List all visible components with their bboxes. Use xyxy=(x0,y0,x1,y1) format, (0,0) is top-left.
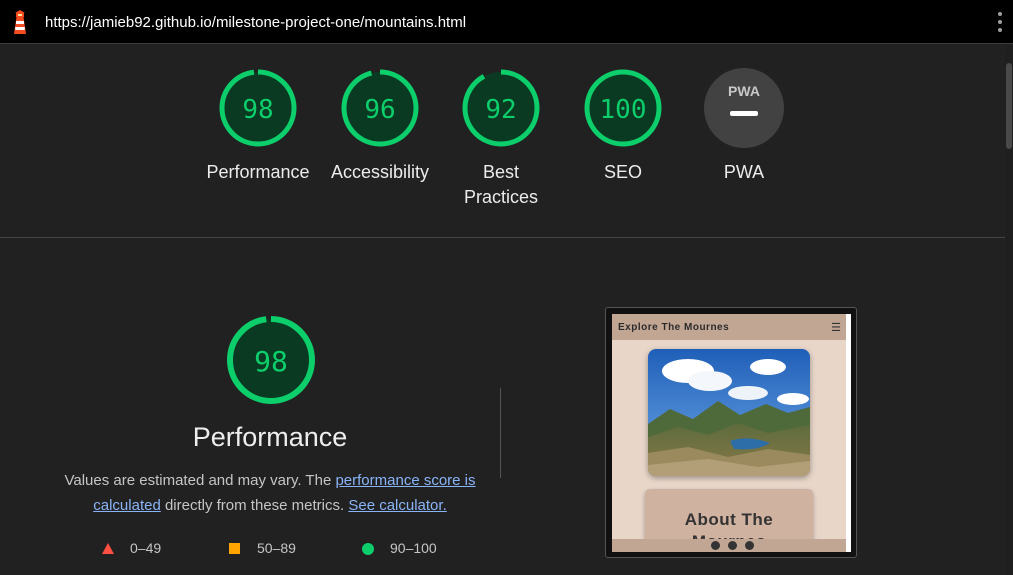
gauge-seo-ring: 100 xyxy=(584,69,662,147)
hamburger-icon: ☰ xyxy=(831,322,841,334)
pwa-badge-icon: PWA xyxy=(704,68,784,148)
url-text[interactable]: https://jamieb92.github.io/milestone-pro… xyxy=(45,14,466,31)
gauge-best-practices[interactable]: 92 Best Practices xyxy=(461,68,541,207)
mountain-photo xyxy=(648,349,810,476)
gauge-label: Accessibility xyxy=(330,162,430,182)
address-bar: https://jamieb92.github.io/milestone-pro… xyxy=(0,0,1013,44)
pwa-badge-text: PWA xyxy=(728,83,760,99)
desc-text-1: Values are estimated and may vary. The xyxy=(64,472,336,489)
gauge-label: Best Practices xyxy=(431,160,571,210)
see-calculator-link[interactable]: See calculator. xyxy=(348,497,446,514)
lighthouse-icon xyxy=(14,10,26,34)
screenshot-page: Explore The Mournes ☰ About The xyxy=(612,314,851,552)
gauge-label: PWA xyxy=(723,162,765,182)
square-icon xyxy=(229,543,240,554)
triangle-icon xyxy=(102,543,114,554)
performance-score: 98 xyxy=(254,345,288,378)
gauge-performance[interactable]: 98 Performance xyxy=(206,68,310,182)
page-scrollbar[interactable] xyxy=(1005,45,1013,575)
gauge-accessibility[interactable]: 96 Accessibility xyxy=(331,68,429,182)
gauge-score: 100 xyxy=(600,95,647,125)
gauge-label-line2: Practices xyxy=(463,187,539,207)
section-divider xyxy=(0,237,1005,238)
gauge-pwa[interactable]: PWA PWA xyxy=(704,68,784,182)
performance-description: Values are estimated and may vary. The p… xyxy=(60,468,480,518)
gauge-label: SEO xyxy=(603,162,642,182)
vertical-divider xyxy=(500,388,501,478)
gauge-performance-ring: 98 xyxy=(219,69,297,147)
site-navbar: Explore The Mournes ☰ xyxy=(612,314,851,340)
performance-title: Performance xyxy=(192,422,348,452)
final-screenshot[interactable]: Explore The Mournes ☰ About The xyxy=(605,307,857,558)
twitter-icon xyxy=(728,541,737,550)
scrollbar-thumb[interactable] xyxy=(1006,63,1012,149)
legend-range: 90–100 xyxy=(390,540,437,556)
gauge-label: Performance xyxy=(206,162,310,182)
gauge-best-practices-ring: 92 xyxy=(462,69,540,147)
gauge-seo[interactable]: 100 SEO xyxy=(583,68,663,182)
gauge-score: 92 xyxy=(485,95,516,125)
desc-text-2: directly from these metrics. xyxy=(160,497,349,514)
gauge-score: 96 xyxy=(364,95,395,125)
facebook-icon xyxy=(711,541,720,550)
instagram-icon xyxy=(745,541,754,550)
gauge-accessibility-ring: 96 xyxy=(341,69,419,147)
site-brand: Explore The Mournes xyxy=(618,322,730,333)
about-title-line1: About The xyxy=(684,510,774,529)
circle-icon xyxy=(362,543,374,555)
legend-range: 50–89 xyxy=(257,540,296,556)
performance-gauge-ring: 98 xyxy=(227,316,315,404)
screenshot-scrollbar xyxy=(846,314,851,552)
legend-range: 0–49 xyxy=(130,540,162,556)
gauge-label-line1: Best xyxy=(482,162,520,182)
performance-gauge: 98 xyxy=(226,315,316,405)
gauge-score: 98 xyxy=(242,95,273,125)
kebab-menu-icon[interactable] xyxy=(997,12,1003,36)
site-footer xyxy=(612,539,851,552)
